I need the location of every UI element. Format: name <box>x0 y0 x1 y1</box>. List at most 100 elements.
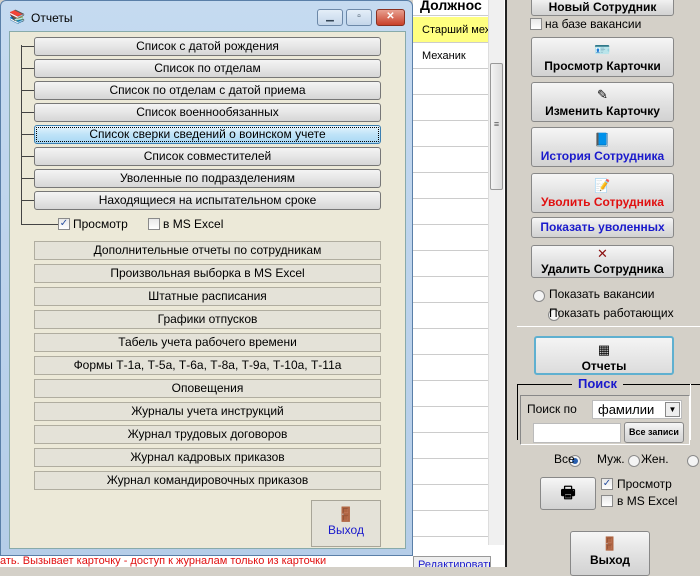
exit-door-icon: 🚪 <box>337 506 355 522</box>
report-button[interactable]: Список военнообязанных <box>34 103 381 122</box>
report-group-button[interactable]: Журнал кадровых приказов <box>34 448 381 467</box>
show-working-label: Показать работающих <box>549 306 674 320</box>
report-group-button[interactable]: Графики отпусков <box>34 310 381 329</box>
grid-row[interactable] <box>413 199 488 225</box>
report-group-button[interactable]: Журналы учета инструкций <box>34 402 381 421</box>
report-group-button[interactable]: Штатные расписания <box>34 287 381 306</box>
vacancy-base-checkbox[interactable] <box>530 18 542 30</box>
grid-row[interactable] <box>413 303 488 329</box>
grid-row[interactable] <box>413 173 488 199</box>
grid-row[interactable] <box>413 511 488 537</box>
maximize-button[interactable]: ▫ <box>346 9 372 26</box>
gender-male-label: Муж. <box>597 452 625 466</box>
dialog-excel-checkbox[interactable] <box>148 218 160 230</box>
search-title: Поиск <box>572 376 624 391</box>
close-button[interactable]: ✕ <box>376 9 405 26</box>
report-button[interactable]: Список сверки сведений о воинском учете <box>34 125 381 144</box>
dismiss-icon: 📝 <box>594 178 611 193</box>
report-button[interactable]: Список по отделам <box>34 59 381 78</box>
edit-card-icon: ✎ <box>597 87 608 102</box>
grid-row[interactable] <box>413 69 488 95</box>
edit-card-button[interactable]: ✎ Изменить Карточку <box>531 82 674 122</box>
tree-tick <box>21 112 34 113</box>
tree-tick <box>21 134 34 135</box>
new-employee-button[interactable]: Новый Сотрудник <box>531 0 674 16</box>
report-group-button[interactable]: Дополнительные отчеты по сотрудникам <box>34 241 381 260</box>
dialog-exit-button[interactable]: 🚪 Выход <box>311 500 381 547</box>
edit-card-label: Изменить Карточку <box>545 104 660 118</box>
reports-label: Отчеты <box>581 359 627 373</box>
report-group-button[interactable]: Журнал трудовых договоров <box>34 425 381 444</box>
grid-row[interactable] <box>413 433 488 459</box>
grid-row[interactable] <box>413 277 488 303</box>
book-icon: 📘 <box>594 132 611 147</box>
grid-header-position[interactable]: Должнос <box>413 0 488 16</box>
gender-female-radio[interactable] <box>687 454 700 467</box>
grid-row[interactable]: Старший мех <box>413 17 488 43</box>
dialog-preview-checkbox[interactable]: ✓ <box>58 218 70 230</box>
tree-tick <box>21 90 34 91</box>
dismiss-label: Уволить Сотрудника <box>541 195 664 209</box>
grid-row[interactable] <box>413 329 488 355</box>
grid-row[interactable] <box>413 355 488 381</box>
main-exit-button[interactable]: 🚪 Выход <box>570 531 650 576</box>
grid-row[interactable] <box>413 147 488 173</box>
print-excel-checkbox[interactable] <box>601 495 613 507</box>
all-records-button[interactable]: Все записи <box>624 422 684 443</box>
grid-row[interactable] <box>413 459 488 485</box>
report-group-button[interactable]: Журнал командировочных приказов <box>34 471 381 490</box>
gender-female-label: Жен. <box>641 452 669 466</box>
search-by-label: Поиск по <box>527 402 577 416</box>
edit-button[interactable]: Редактировать <box>413 556 491 567</box>
gender-male-radio[interactable] <box>628 454 641 467</box>
grid-row[interactable] <box>413 225 488 251</box>
grid-vertical-scrollbar[interactable]: ≡ <box>488 0 504 545</box>
delete-x-icon: ✕ <box>597 246 608 261</box>
search-field-select[interactable]: фамилии ▼ <box>592 400 682 419</box>
tree-tick <box>21 156 34 157</box>
history-button[interactable]: 📘 История Сотрудника <box>531 127 674 167</box>
search-input[interactable] <box>533 423 621 443</box>
report-button[interactable]: Уволенные по подразделениям <box>34 169 381 188</box>
minimize-button[interactable]: ▁ <box>317 9 343 26</box>
show-dismissed-button[interactable]: Показать уволенных <box>531 217 674 238</box>
report-button[interactable]: Находящиеся на испытательном сроке <box>34 191 381 210</box>
show-vacancies-radio[interactable] <box>533 289 545 302</box>
report-group-button[interactable]: Оповещения <box>34 379 381 398</box>
table-icon: ▦ <box>597 342 611 357</box>
divider <box>517 326 700 327</box>
card-view-icon: 🪪 <box>594 42 611 57</box>
report-button[interactable]: Список совместителей <box>34 147 381 166</box>
report-group-button[interactable]: Формы Т-1а, Т-5а, Т-6а, Т-8а, Т-9а, Т-10… <box>34 356 381 375</box>
books-icon: 📚 <box>9 9 26 24</box>
search-frame-right <box>690 384 691 440</box>
report-button[interactable]: Список с датой рождения <box>34 37 381 56</box>
view-card-button[interactable]: 🪪 Просмотр Карточки <box>531 37 674 77</box>
report-button[interactable]: Список по отделам с датой приема <box>34 81 381 100</box>
chevron-down-icon[interactable]: ▼ <box>665 402 680 417</box>
grid-row[interactable] <box>413 95 488 121</box>
grid-row[interactable] <box>413 121 488 147</box>
dismiss-button[interactable]: 📝 Уволить Сотрудника <box>531 173 674 213</box>
grid-row[interactable] <box>413 407 488 433</box>
reports-button[interactable]: ▦ Отчеты <box>534 336 674 375</box>
scrollbar-thumb[interactable]: ≡ <box>490 63 503 190</box>
grid-row[interactable] <box>413 381 488 407</box>
report-group-button[interactable]: Табель учета рабочего времени <box>34 333 381 352</box>
report-group-button[interactable]: Произвольная выборка в MS Excel <box>34 264 381 283</box>
search-field-value: фамилии <box>598 402 655 417</box>
tree-tick <box>21 200 34 201</box>
grid-row[interactable] <box>413 485 488 511</box>
show-vacancies-label: Показать вакансии <box>549 287 655 301</box>
printer-icon: 🖶 <box>560 485 576 502</box>
delete-employee-button[interactable]: ✕ Удалить Сотрудника <box>531 245 674 278</box>
dialog-client: Список с датой рождения Список по отделам… <box>9 31 406 549</box>
tree-tick <box>21 178 34 179</box>
view-card-label: Просмотр Карточки <box>544 59 661 73</box>
print-button[interactable]: 🖶 <box>540 477 596 510</box>
grid-row[interactable] <box>413 251 488 277</box>
grid-row[interactable]: Механик <box>413 43 488 69</box>
print-preview-checkbox[interactable]: ✓ <box>601 478 613 490</box>
employee-grid: Должнос Старший мех Механик ≡ <box>413 0 505 567</box>
tree-tick <box>21 68 34 69</box>
